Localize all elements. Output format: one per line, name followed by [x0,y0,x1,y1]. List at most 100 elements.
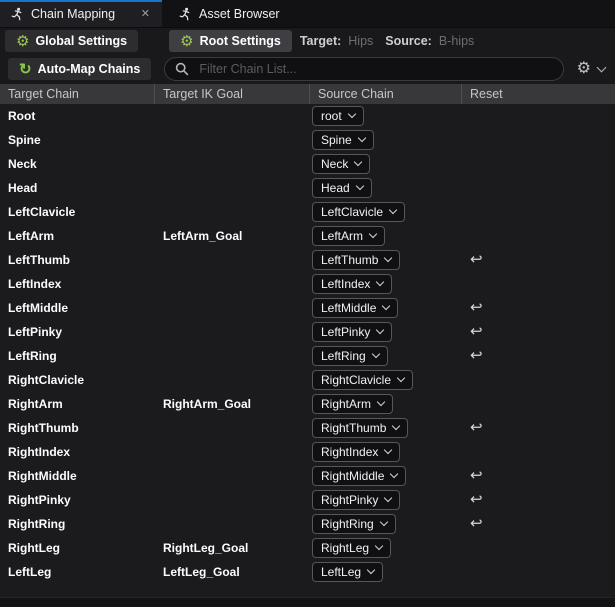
table-row[interactable]: RightLegRightLeg_GoalRightLeg [0,536,615,560]
auto-map-chains-button[interactable]: ↻ Auto-Map Chains [8,58,151,80]
search-icon [175,62,189,76]
toolbar-row: ↻ Auto-Map Chains ⚙ [0,54,615,84]
column-header-source-chain[interactable]: Source Chain [310,84,462,104]
chevron-down-icon [390,470,398,478]
chevron-down-icon [392,422,400,430]
reset-undo-icon: ↩ [470,467,483,484]
target-chain-label: RightPinky [0,493,155,507]
table-row[interactable]: LeftArmLeftArm_GoalLeftArm [0,224,615,248]
table-row[interactable]: HeadHead [0,176,615,200]
source-chain-cell: Head [310,178,462,198]
source-chain-cell: RightThumb [310,418,462,438]
reset-chain-button[interactable]: ↩ [470,324,483,339]
chevron-down-icon [367,566,375,574]
table-row[interactable]: RightPinky RightPinky ↩ [0,488,615,512]
global-settings-button[interactable]: ⚙ Global Settings [5,30,138,52]
source-chain-dropdown[interactable]: RightClavicle [312,370,413,390]
reset-cell: ↩ [462,419,615,437]
reset-cell: ↩ [462,515,615,533]
table-row[interactable]: RightRingRightRing↩ [0,512,615,536]
chevron-down-icon [384,494,392,502]
reset-chain-button[interactable]: ↩ [470,348,483,363]
reset-cell: ↩ [462,251,615,269]
root-settings-button[interactable]: ⚙ Root Settings [169,30,292,52]
source-chain-dropdown[interactable]: LeftClavicle [312,202,405,222]
source-chain-dropdown[interactable]: LeftLeg [312,562,383,582]
table-row[interactable]: LeftMiddleLeftMiddle↩ [0,296,615,320]
tab-asset-browser[interactable]: Asset Browser [168,0,290,27]
reset-chain-button[interactable]: ↩ [470,468,483,483]
reset-chain-button[interactable]: ↩ [470,516,483,531]
column-header-target-chain[interactable]: Target Chain [0,84,155,104]
source-chain-value: RightPinky [321,493,378,507]
reset-chain-button[interactable]: ↩ [470,252,483,267]
source-chain-dropdown[interactable]: root [312,106,364,126]
source-chain-value: LeftRing [321,349,366,363]
search-box[interactable] [164,57,563,81]
table-row[interactable]: RightIndexRightIndex [0,440,615,464]
filter-chain-input[interactable] [197,61,552,77]
reset-chain-button[interactable]: ↩ [470,492,483,507]
chevron-down-icon [597,62,607,72]
table-row[interactable]: Rootroot [0,104,615,128]
target-chain-label: LeftThumb [0,253,155,267]
reset-chain-button[interactable]: ↩ [470,420,483,435]
tab-chain-mapping[interactable]: Chain Mapping ✕ [0,0,162,27]
source-chain-cell: LeftLeg [310,562,462,582]
target-ik-goal-label: RightArm_Goal [155,397,310,411]
table-row[interactable]: RightThumb RightThumb ↩ [0,416,615,440]
table-row[interactable]: RightClavicleRightClavicle [0,368,615,392]
target-chain-label: LeftClavicle [0,205,155,219]
reset-undo-icon: ↩ [470,299,483,316]
source-chain-value: LeftPinky [321,325,370,339]
table-row[interactable]: LeftIndexLeftIndex [0,272,615,296]
source-label: Source: [385,34,432,48]
source-chain-dropdown[interactable]: Spine [312,130,374,150]
source-chain-dropdown[interactable]: RightThumb [312,418,408,438]
source-chain-dropdown[interactable]: RightRing [312,514,396,534]
column-header-target-ik-goal[interactable]: Target IK Goal [155,84,310,104]
source-chain-value: RightClavicle [321,373,391,387]
source-chain-value: RightRing [321,517,374,531]
source-chain-dropdown[interactable]: LeftRing [312,346,388,366]
source-chain-dropdown[interactable]: LeftArm [312,226,385,246]
horizontal-scrollbar[interactable] [0,597,615,607]
table-row[interactable]: NeckNeck [0,152,615,176]
source-chain-dropdown[interactable]: LeftThumb [312,250,400,270]
source-chain-cell: RightIndex [310,442,462,462]
source-chain-dropdown[interactable]: RightIndex [312,442,400,462]
chain-mapping-panel: Chain Mapping ✕ Asset Browser ⚙ Global S… [0,0,615,607]
target-chain-label: Spine [0,133,155,147]
source-chain-dropdown[interactable]: Neck [312,154,370,174]
target-chain-label: LeftArm [0,229,155,243]
table-row[interactable]: LeftRingLeftRing↩ [0,344,615,368]
source-chain-dropdown[interactable]: Head [312,178,372,198]
tab-label: Chain Mapping [31,7,115,21]
table-row[interactable]: LeftThumb LeftThumb ↩ [0,248,615,272]
table-row[interactable]: Spine Spine [0,128,615,152]
close-icon[interactable]: ✕ [139,7,152,20]
source-chain-dropdown[interactable]: RightLeg [312,538,391,558]
source-chain-cell: RightMiddle [310,466,462,486]
target-chain-label: RightThumb [0,421,155,435]
table-row[interactable]: RightArmRightArm_GoalRightArm [0,392,615,416]
table-row[interactable]: LeftClavicle LeftClavicle [0,200,615,224]
chevron-down-icon [375,542,383,550]
column-header-reset[interactable]: Reset [462,84,615,104]
source-chain-dropdown[interactable]: RightMiddle [312,466,406,486]
source-chain-dropdown[interactable]: LeftMiddle [312,298,398,318]
reset-chain-button[interactable]: ↩ [470,300,483,315]
table-header: Target Chain Target IK Goal Source Chain… [0,84,615,104]
chevron-down-icon [355,182,363,190]
source-chain-value: RightArm [321,397,371,411]
source-chain-dropdown[interactable]: RightPinky [312,490,400,510]
table-row[interactable]: RightMiddleRightMiddle↩ [0,464,615,488]
table-row[interactable]: LeftLegLeftLeg_GoalLeftLeg [0,560,615,584]
source-chain-dropdown[interactable]: LeftIndex [312,274,392,294]
table-row[interactable]: LeftPinkyLeftPinky↩ [0,320,615,344]
source-chain-dropdown[interactable]: LeftPinky [312,322,392,342]
view-options-button[interactable]: ⚙ [577,61,605,77]
source-chain-value: LeftClavicle [321,205,383,219]
source-chain-cell: LeftThumb [310,250,462,270]
source-chain-dropdown[interactable]: RightArm [312,394,393,414]
